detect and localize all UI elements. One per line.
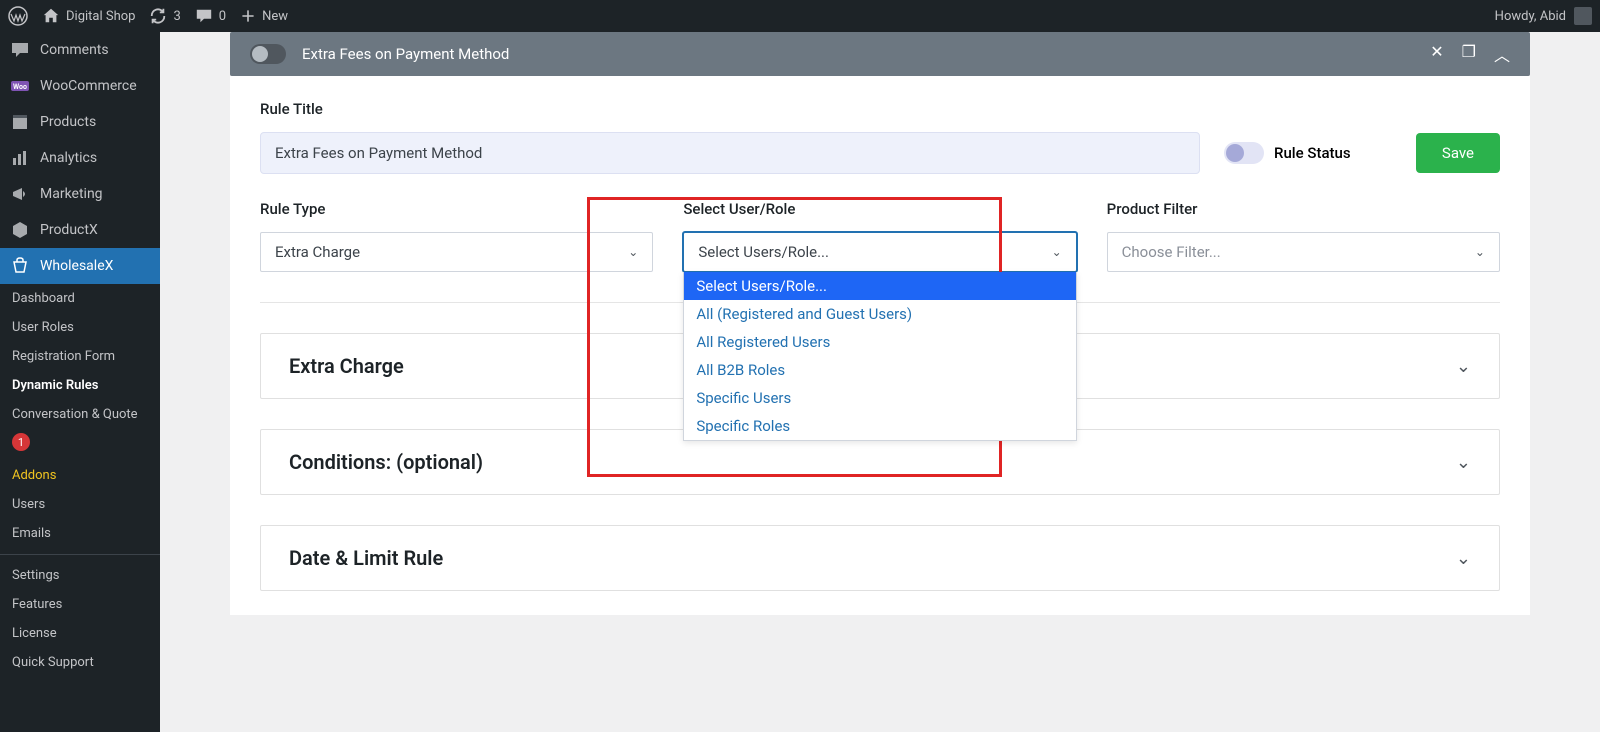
header-toggle[interactable]: [250, 44, 286, 64]
submenu-dynamic-rules[interactable]: Dynamic Rules: [0, 371, 160, 400]
product-filter-label: Product Filter: [1107, 200, 1500, 218]
header-title: Extra Fees on Payment Method: [302, 45, 1430, 63]
account-link[interactable]: Howdy, Abid: [1495, 7, 1592, 25]
submenu-features[interactable]: Features: [0, 590, 160, 619]
save-button[interactable]: Save: [1416, 133, 1500, 173]
accordion-title: Extra Charge: [289, 354, 404, 378]
submenu-addons[interactable]: Addons: [0, 461, 160, 490]
chevron-down-icon: ⌄: [1052, 245, 1062, 259]
marketing-icon: [10, 184, 30, 204]
new-label: New: [262, 9, 288, 24]
rule-status-toggle[interactable]: [1224, 142, 1264, 164]
select-user-col: Select User/Role Select Users/Role... ⌄ …: [683, 200, 1076, 272]
close-icon[interactable]: ✕: [1430, 42, 1443, 66]
submenu-settings[interactable]: Settings: [0, 561, 160, 590]
rule-title-input[interactable]: Extra Fees on Payment Method: [260, 132, 1200, 174]
updates-count: 3: [173, 9, 180, 24]
dropdown-option[interactable]: All Registered Users: [684, 328, 1075, 356]
sidebar-item-label: WooCommerce: [40, 78, 137, 94]
submenu-quick-support[interactable]: Quick Support: [0, 648, 160, 677]
adminbar: Digital Shop 3 0 New Howdy, Abid: [0, 0, 1600, 32]
rule-status-label: Rule Status: [1274, 144, 1351, 162]
rule-type-col: Rule Type Extra Charge ⌄: [260, 200, 653, 272]
rule-panel: Rule Title Extra Fees on Payment Method …: [230, 76, 1530, 615]
sidebar-item-label: Comments: [40, 42, 109, 58]
chevron-down-icon: ⌄: [1456, 356, 1471, 377]
select-user-select[interactable]: Select Users/Role... ⌄: [683, 232, 1076, 272]
comment-icon: [10, 40, 30, 60]
sidebar-item-comments[interactable]: Comments: [0, 32, 160, 68]
notification-badge: 1: [12, 433, 30, 451]
sidebar-item-analytics[interactable]: Analytics: [0, 140, 160, 176]
dropdown-option[interactable]: All B2B Roles: [684, 356, 1075, 384]
dropdown-option[interactable]: All (Registered and Guest Users): [684, 300, 1075, 328]
copy-icon[interactable]: ❐: [1462, 42, 1476, 66]
submenu-user-roles[interactable]: User Roles: [0, 313, 160, 342]
user-role-dropdown: Select Users/Role... All (Registered and…: [683, 272, 1076, 441]
submenu-emails[interactable]: Emails: [0, 519, 160, 548]
accordion-title: Date & Limit Rule: [289, 546, 443, 570]
sidebar-item-label: Marketing: [40, 186, 103, 202]
svg-text:Woo: Woo: [13, 83, 27, 91]
accordion-title: Conditions: (optional): [289, 450, 483, 474]
product-filter-value: Choose Filter...: [1122, 243, 1221, 261]
product-filter-select[interactable]: Choose Filter... ⌄: [1107, 232, 1500, 272]
productx-icon: [10, 220, 30, 240]
rule-type-select[interactable]: Extra Charge ⌄: [260, 232, 653, 272]
woo-icon: Woo: [10, 76, 30, 96]
dropdown-option[interactable]: Specific Roles: [684, 412, 1075, 440]
sidebar-item-woocommerce[interactable]: Woo WooCommerce: [0, 68, 160, 104]
submenu-registration-form[interactable]: Registration Form: [0, 342, 160, 371]
sidebar: Comments Woo WooCommerce Products Analyt…: [0, 32, 160, 732]
sidebar-item-wholesalex[interactable]: WholesaleX: [0, 248, 160, 284]
sidebar-item-products[interactable]: Products: [0, 104, 160, 140]
sidebar-item-label: WholesaleX: [40, 258, 113, 274]
dropdown-option[interactable]: Specific Users: [684, 384, 1075, 412]
site-link[interactable]: Digital Shop: [42, 7, 135, 25]
sidebar-item-productx[interactable]: ProductX: [0, 212, 160, 248]
site-name: Digital Shop: [66, 9, 135, 24]
rule-type-value: Extra Charge: [275, 243, 360, 261]
howdy-text: Howdy, Abid: [1495, 9, 1566, 24]
submenu-dashboard[interactable]: Dashboard: [0, 284, 160, 313]
rule-header: Extra Fees on Payment Method ✕ ❐ ︿: [230, 32, 1530, 76]
comments-count: 0: [219, 9, 226, 24]
rule-title-label: Rule Title: [260, 100, 1500, 118]
comments-link[interactable]: 0: [195, 7, 226, 25]
products-icon: [10, 112, 30, 132]
chevron-down-icon: ⌄: [1456, 452, 1471, 473]
accordion-date-limit[interactable]: Date & Limit Rule ⌄: [260, 525, 1500, 591]
sidebar-item-label: Products: [40, 114, 96, 130]
analytics-icon: [10, 148, 30, 168]
sidebar-item-marketing[interactable]: Marketing: [0, 176, 160, 212]
wp-logo[interactable]: [8, 6, 28, 26]
sidebar-item-label: Analytics: [40, 150, 97, 166]
submenu-users[interactable]: Users: [0, 490, 160, 519]
main-content: Extra Fees on Payment Method ✕ ❐ ︿ Rule …: [160, 32, 1600, 732]
chevron-down-icon: ⌄: [628, 245, 638, 259]
select-user-value: Select Users/Role...: [698, 243, 829, 261]
new-link[interactable]: New: [240, 8, 288, 24]
avatar: [1574, 7, 1592, 25]
updates-link[interactable]: 3: [149, 7, 180, 25]
product-filter-col: Product Filter Choose Filter... ⌄: [1107, 200, 1500, 272]
rule-type-label: Rule Type: [260, 200, 653, 218]
chevron-down-icon: ⌄: [1475, 245, 1485, 259]
dropdown-option[interactable]: Select Users/Role...: [684, 272, 1075, 300]
sidebar-item-label: ProductX: [40, 222, 98, 238]
submenu-license[interactable]: License: [0, 619, 160, 648]
chevron-down-icon: ⌄: [1456, 548, 1471, 569]
select-user-label: Select User/Role: [683, 200, 1076, 218]
wholesalex-icon: [10, 256, 30, 276]
submenu: Dashboard User Roles Registration Form D…: [0, 284, 160, 677]
submenu-conversation-quote[interactable]: Conversation & Quote: [0, 400, 160, 429]
chevron-up-icon[interactable]: ︿: [1494, 42, 1510, 66]
